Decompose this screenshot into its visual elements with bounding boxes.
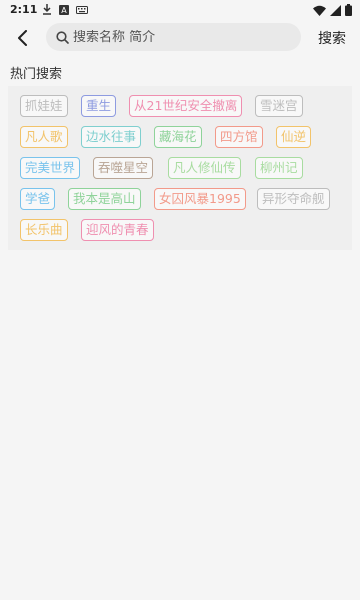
system-icons	[313, 4, 352, 16]
download-icon	[43, 4, 51, 15]
app-a-icon: A	[59, 4, 69, 15]
search-input[interactable]	[73, 29, 273, 45]
hot-tag[interactable]: 我本是高山	[68, 188, 141, 210]
notification-icons: A	[42, 4, 88, 15]
hot-tag[interactable]: 女囚风暴1995	[154, 188, 246, 210]
hot-tag[interactable]: 完美世界	[20, 157, 81, 179]
hot-tag[interactable]: 从21世纪安全撤离	[129, 95, 243, 117]
hot-tag[interactable]: 迎风的青春	[81, 219, 154, 241]
hot-tag[interactable]: 仙逆	[276, 126, 312, 148]
hot-tag[interactable]: 长乐曲	[20, 219, 68, 241]
hot-tag[interactable]: 异形夺命舰	[257, 188, 330, 210]
search-icon	[56, 30, 69, 44]
hot-tag[interactable]: 吞噬星空	[93, 157, 154, 179]
search-header: 搜索	[0, 20, 360, 56]
hot-tag[interactable]: 雪迷宫	[255, 95, 303, 117]
hot-tags-panel: 抓娃娃 重生 从21世纪安全撤离 雪迷宫 凡人歌 边水往事 藏海花 四方馆 仙逆…	[8, 86, 352, 250]
hot-tag[interactable]: 凡人歌	[20, 126, 68, 148]
keyboard-icon	[76, 5, 88, 14]
battery-icon	[345, 4, 352, 16]
hot-tag[interactable]: 重生	[81, 95, 117, 117]
status-bar: 2:11 A	[0, 0, 360, 20]
back-button[interactable]	[8, 24, 36, 52]
wifi-icon	[313, 5, 326, 16]
hot-tag[interactable]: 凡人修仙传	[168, 157, 241, 179]
hot-tag[interactable]: 藏海花	[154, 126, 202, 148]
back-arrow-icon	[18, 30, 27, 46]
signal-icon	[330, 4, 341, 16]
search-button[interactable]: 搜索	[318, 28, 346, 48]
search-box[interactable]	[46, 23, 301, 51]
hot-search-title: 热门搜索	[10, 67, 63, 82]
hot-tag[interactable]: 边水往事	[81, 126, 142, 148]
hot-tag[interactable]: 柳州记	[255, 157, 303, 179]
hot-tag[interactable]: 抓娃娃	[20, 95, 68, 117]
hot-search-section: 热门搜索 抓娃娃 重生 从21世纪安全撤离 雪迷宫 凡人歌 边水往事 藏海花 四…	[0, 56, 360, 252]
status-time: 2:11	[10, 3, 38, 16]
hot-tag[interactable]: 四方馆	[215, 126, 263, 148]
svg-text:A: A	[61, 6, 67, 15]
hot-tag[interactable]: 学爸	[20, 188, 56, 210]
